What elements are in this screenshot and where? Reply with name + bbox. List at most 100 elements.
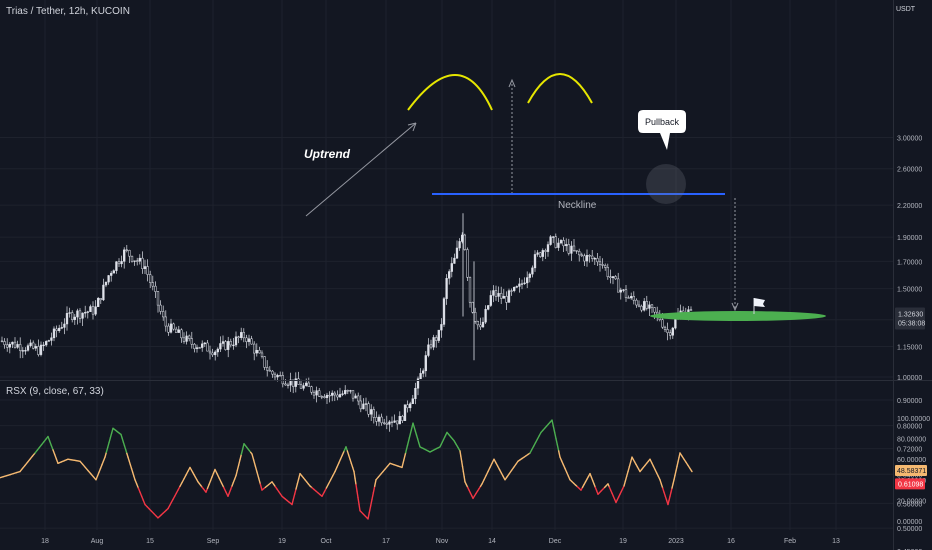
candle-body [364, 403, 368, 405]
candle-body [481, 321, 485, 328]
candle-body [627, 297, 630, 299]
time-tick-label: 15 [146, 538, 154, 545]
candle-body [315, 390, 318, 396]
candle-body [307, 382, 310, 387]
candle-body [211, 352, 214, 356]
candle-body [258, 350, 261, 354]
candle-body [546, 244, 550, 252]
candle-body [432, 337, 435, 348]
candle-body [471, 302, 474, 313]
candle-body [422, 370, 425, 374]
candle-body [409, 403, 412, 409]
rsx-tick-label: 0.00000 [897, 519, 922, 526]
candle-body [479, 324, 482, 328]
symbol-title[interactable]: Trias / Tether, 12h, KUCOIN [6, 6, 130, 17]
uptrend-label: Uptrend [304, 147, 351, 161]
candle-body [370, 409, 373, 415]
candle-body [455, 247, 459, 259]
candle-body [424, 355, 427, 372]
candle-body [349, 390, 352, 392]
candle-body [398, 416, 401, 425]
rsx-tick-label: 80.00000 [897, 437, 926, 444]
candle-body [58, 327, 61, 331]
candle-body [510, 290, 513, 292]
candle-body [372, 409, 375, 418]
candle-body [263, 356, 266, 368]
candle-body [393, 420, 396, 423]
candle-body [177, 329, 180, 333]
candle-body [403, 404, 407, 421]
time-tick-label: 2023 [668, 538, 684, 545]
candle-body [260, 352, 264, 357]
candle-body [596, 258, 599, 263]
time-tick-label: 14 [488, 538, 496, 545]
candle-body [39, 344, 43, 355]
rsx-value-label: 48.58371 [897, 468, 926, 475]
candle-body [214, 351, 217, 356]
candle-body [474, 311, 477, 322]
candle-body [624, 289, 628, 298]
price-tick-label: 0.50000 [897, 526, 922, 533]
candle-body [219, 343, 222, 350]
candle-body [154, 285, 157, 292]
candle-body [26, 345, 30, 351]
price-tick-label: 2.20000 [897, 203, 922, 210]
candle-body [104, 281, 108, 286]
time-tick-label: 19 [619, 538, 627, 545]
rsx-segment [356, 490, 359, 499]
trading-chart[interactable]: Uptrend Neckline Pullback 3.00000 2.60000… [0, 0, 932, 550]
candle-body [221, 341, 225, 344]
rsx-segment [461, 465, 465, 473]
candle-body [565, 244, 568, 247]
candle-body [271, 370, 274, 375]
candle-body [195, 347, 199, 349]
candle-body [497, 293, 500, 297]
target-ellipse[interactable] [650, 311, 826, 321]
candle-body [351, 390, 355, 399]
candle-body [489, 295, 492, 306]
candle-body [13, 341, 17, 348]
indicator-title[interactable]: RSX (9, close, 67, 33) [6, 386, 104, 397]
candle-body [606, 267, 609, 277]
candle-body [466, 249, 469, 278]
candle-body [162, 311, 165, 318]
time-tick-label: 17 [382, 538, 390, 545]
candle-body [227, 341, 230, 350]
candle-body [11, 341, 14, 345]
candle-body [523, 282, 526, 284]
candle-body [216, 348, 219, 353]
candle-body [505, 295, 508, 303]
candle-body [0, 340, 4, 342]
candle-body [567, 244, 570, 254]
candle-body [554, 236, 557, 248]
candle-body [513, 286, 516, 291]
candle-body [60, 327, 63, 329]
candle-body [552, 236, 555, 238]
candle-body [549, 236, 552, 245]
candle-body [653, 307, 656, 313]
candle-body [208, 350, 212, 354]
neckline-label: Neckline [558, 200, 597, 211]
candle-body [617, 278, 620, 293]
candle-body [396, 420, 399, 425]
candle-body [333, 392, 336, 396]
candle-body [240, 332, 243, 338]
candle-body [336, 394, 339, 398]
candle-body [47, 340, 50, 342]
candle-body [141, 257, 144, 269]
candle-body [110, 272, 113, 276]
rsx-segment [358, 503, 361, 512]
candle-body [255, 350, 258, 354]
candle-body [312, 391, 316, 396]
candle-body [138, 257, 141, 262]
candle-body [50, 337, 53, 341]
candle-body [494, 290, 498, 297]
candle-body [299, 384, 303, 389]
time-tick-label: 19 [278, 538, 286, 545]
candle-body [492, 290, 495, 296]
candle-body [448, 271, 451, 279]
time-tick-label: Oct [321, 538, 332, 545]
rsx-segment [460, 455, 463, 462]
rsx-segment [357, 496, 360, 505]
candle-body [435, 337, 438, 341]
